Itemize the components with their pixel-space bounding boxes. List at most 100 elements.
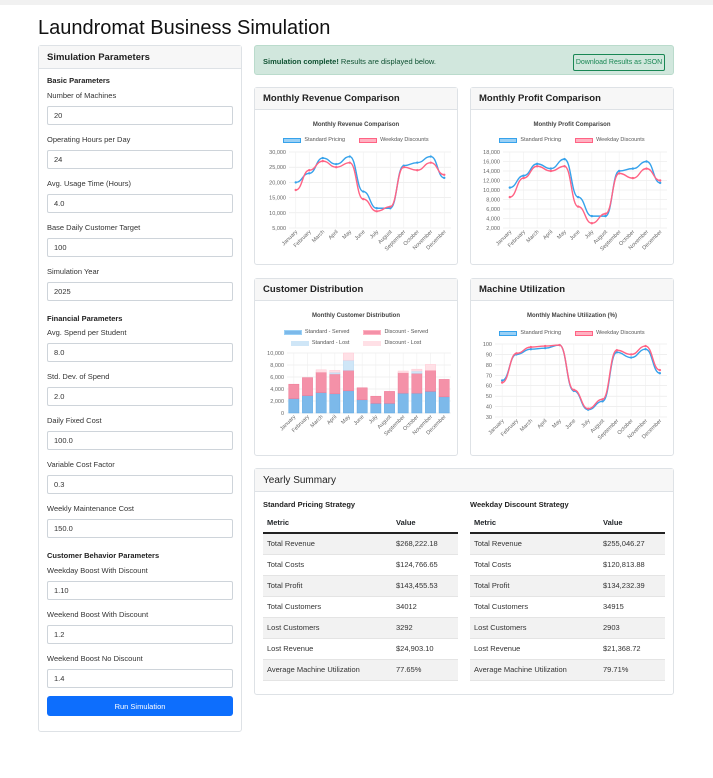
profit-legend: Standard Pricing Weekday Discounts — [471, 137, 673, 143]
legend-item-standard[interactable]: Standard Pricing — [499, 330, 561, 336]
utilization-chart-card: Machine Utilization Monthly Machine Util… — [470, 278, 674, 456]
legend-item-discount[interactable]: Weekday Discounts — [575, 330, 645, 336]
legend-item-standard-served[interactable]: Standard - Served — [283, 329, 349, 335]
discount-strategy-title: Weekday Discount Strategy — [470, 500, 569, 509]
customer-legend-row2: Standard - Lost Discount - Lost — [255, 340, 457, 346]
x-tick-label: May — [551, 418, 563, 430]
data-point — [335, 162, 338, 166]
bar-segment — [288, 383, 300, 399]
data-point — [617, 172, 621, 175]
weekend-boost-no-discount-label: Weekend Boost No Discount — [47, 654, 143, 663]
y-tick-label: 18,000 — [483, 150, 500, 156]
data-point — [294, 188, 297, 192]
bar-segment — [411, 392, 423, 414]
weekday-boost-input[interactable] — [47, 581, 233, 600]
metric-cell: Average Machine Utilization — [470, 659, 599, 681]
std-dev-input[interactable] — [47, 387, 233, 406]
value-cell: 34012 — [392, 596, 458, 618]
value-cell: 77.65% — [392, 659, 458, 681]
y-tick-label: 25,000 — [269, 165, 286, 171]
bar-segment — [370, 395, 382, 404]
data-point — [658, 179, 662, 182]
simulation-year-label: Simulation Year — [47, 267, 100, 276]
table-row: Lost Customers 2903 — [470, 617, 665, 639]
bar-segment — [343, 370, 354, 392]
profit-chart-title: Monthly Profit Comparison — [533, 122, 611, 128]
legend-item-standard-lost[interactable]: Standard - Lost — [290, 340, 349, 346]
data-point — [658, 181, 662, 185]
customer-chart-header: Customer Distribution — [255, 279, 457, 301]
data-point — [522, 176, 525, 180]
legend-item-standard[interactable]: Standard Pricing — [499, 137, 561, 143]
maintenance-cost-input[interactable] — [47, 519, 233, 538]
value-column-header: Value — [599, 513, 665, 534]
data-point — [375, 210, 378, 213]
metric-cell: Average Machine Utilization — [263, 659, 392, 681]
x-tick-label: May — [340, 414, 352, 426]
run-simulation-button[interactable]: Run Simulation — [47, 696, 233, 716]
x-tick-label: July — [580, 418, 591, 429]
metric-column-header: Metric — [263, 513, 392, 534]
x-tick-label: June — [569, 229, 582, 242]
series-line — [509, 165, 661, 224]
weekend-boost-discount-input[interactable] — [47, 625, 233, 644]
data-point — [658, 372, 662, 375]
legend-item-discount-lost[interactable]: Discount - Lost — [363, 340, 421, 346]
discount-summary-table: Metric Value Total Revenue $255,046.27 Tot… — [470, 513, 665, 681]
bar-segment — [397, 372, 409, 394]
behavior-params-title: Customer Behavior Parameters — [47, 551, 160, 560]
x-tick-label: March — [311, 229, 326, 244]
maintenance-cost-label: Weekly Maintenance Cost — [47, 504, 134, 513]
legend-item-discount[interactable]: Weekday Discounts — [575, 137, 645, 143]
data-point — [500, 381, 504, 384]
profit-chart-header: Monthly Profit Comparison — [471, 88, 673, 110]
download-json-button[interactable]: Download Results as JSON — [573, 54, 665, 71]
table-row: Total Revenue $268,222.18 — [263, 533, 458, 555]
bar-segment — [343, 359, 354, 371]
legend-item-discount-served[interactable]: Discount - Served — [363, 329, 428, 335]
standard-summary-table: Metric Value Total Revenue $268,222.18 Tot… — [263, 513, 458, 681]
table-row: Total Costs $120,813.88 — [470, 554, 665, 576]
legend-item-standard[interactable]: Standard Pricing — [283, 137, 345, 143]
customer-target-input[interactable] — [47, 238, 233, 257]
variable-cost-input[interactable] — [47, 475, 233, 494]
data-point — [416, 169, 419, 172]
data-point — [644, 344, 647, 348]
simulation-year-input[interactable] — [47, 282, 233, 301]
y-tick-label: 5,000 — [272, 226, 286, 232]
legend-item-discount[interactable]: Weekday Discounts — [359, 137, 429, 143]
x-tick-label: June — [353, 414, 366, 427]
bar-segment — [315, 392, 327, 414]
standard-strategy-title: Standard Pricing Strategy — [263, 500, 356, 509]
data-point — [508, 186, 512, 189]
metric-cell: Total Costs — [263, 554, 392, 576]
metric-cell: Total Costs — [470, 554, 599, 576]
metric-cell: Total Customers — [470, 596, 599, 618]
operating-hours-input[interactable] — [47, 150, 233, 169]
metric-cell: Total Profit — [263, 575, 392, 597]
y-tick-label: 70 — [486, 373, 492, 379]
page-title: Laundromat Business Simulation — [38, 17, 331, 39]
table-row: Total Customers 34915 — [470, 596, 665, 618]
table-row: Total Profit $134,232.39 — [470, 575, 665, 597]
bar-segment — [411, 373, 423, 394]
weekend-boost-no-discount-input[interactable] — [47, 669, 233, 688]
data-point — [604, 212, 607, 215]
x-tick-label: March — [310, 414, 325, 429]
x-tick-label: June — [354, 229, 367, 242]
avg-spend-input[interactable] — [47, 343, 233, 362]
metric-cell: Total Profit — [470, 575, 599, 597]
top-border — [0, 0, 713, 5]
data-point — [586, 407, 590, 410]
bar-segment — [288, 398, 300, 414]
fixed-cost-input[interactable] — [47, 431, 233, 450]
num-machines-input[interactable] — [47, 106, 233, 125]
bar-segment — [425, 364, 436, 371]
usage-time-input[interactable] — [47, 194, 233, 213]
bar-segment — [315, 371, 327, 393]
parameters-panel: Simulation Parameters Basic Parameters N… — [38, 45, 242, 732]
metric-cell: Total Revenue — [470, 533, 599, 555]
bar-segment — [438, 396, 450, 414]
value-cell: $134,232.39 — [599, 575, 665, 597]
y-tick-label: 2,000 — [486, 226, 500, 232]
